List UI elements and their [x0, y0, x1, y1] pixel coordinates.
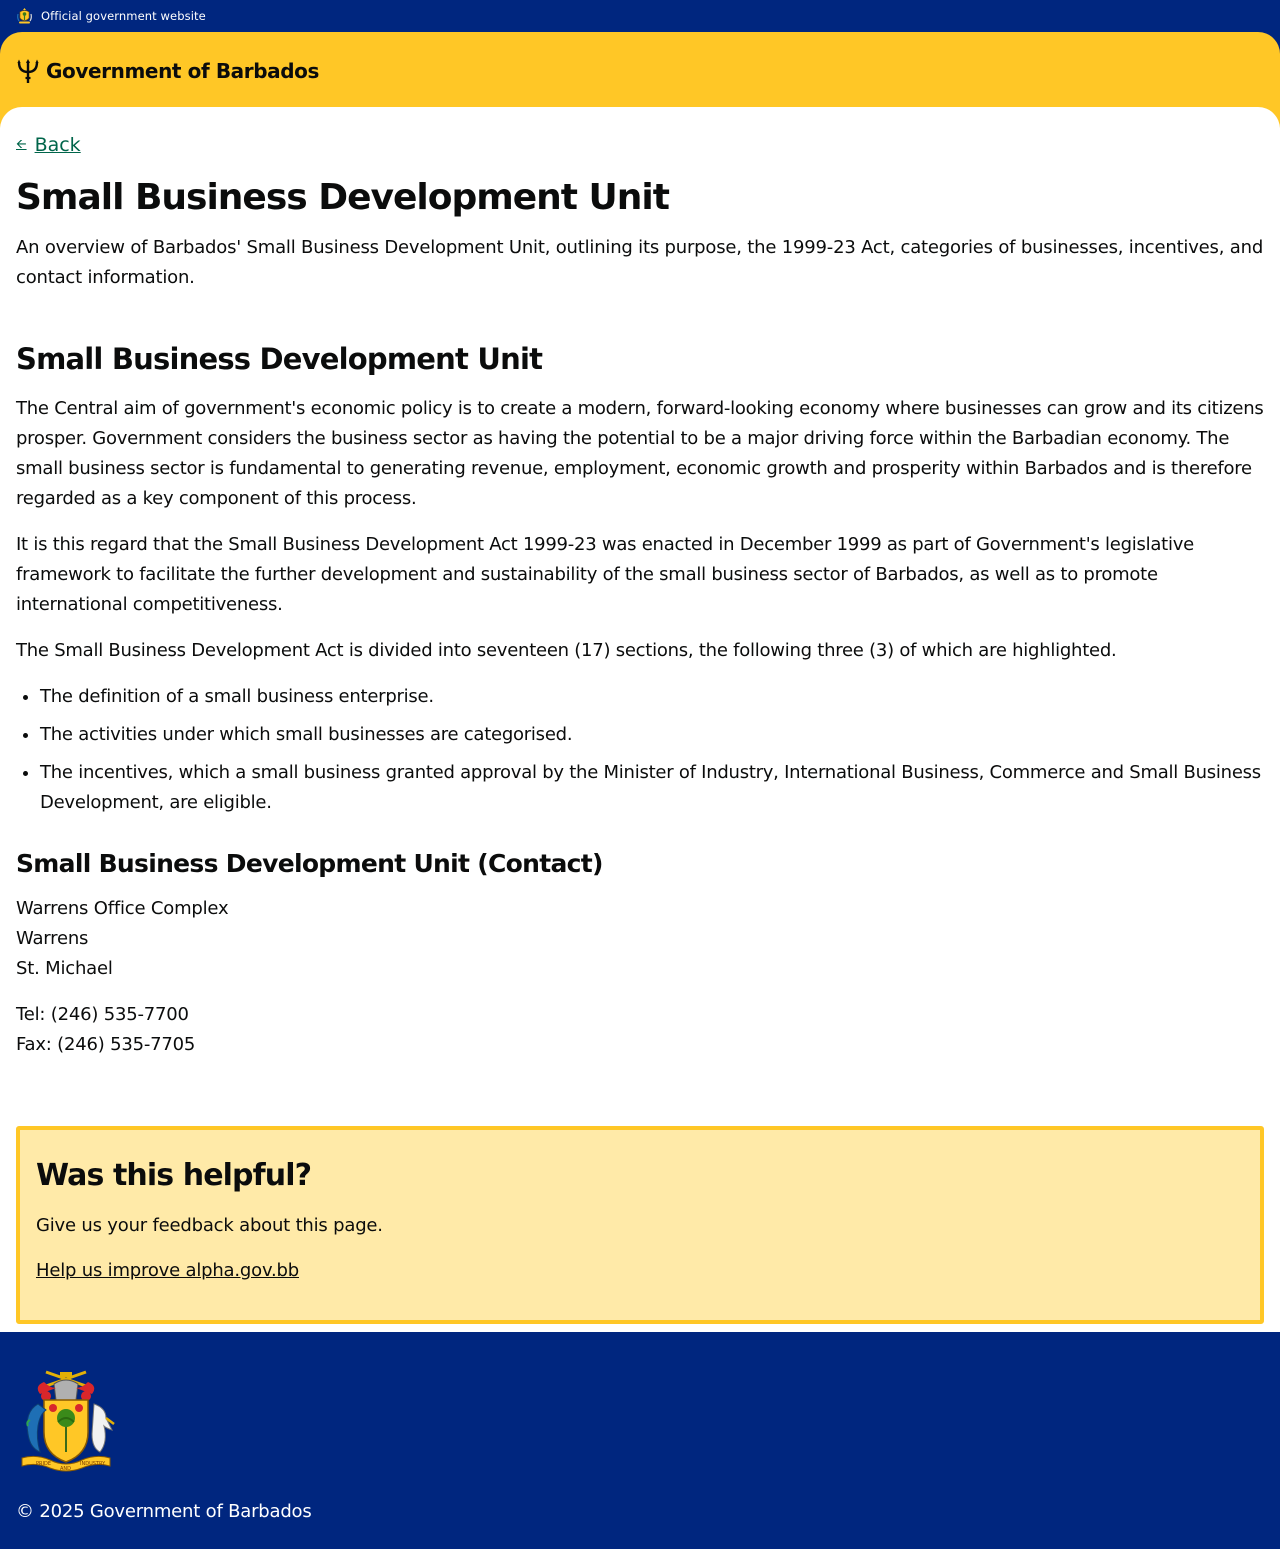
- coat-of-arms-icon: [17, 8, 32, 24]
- trident-icon: [17, 59, 39, 83]
- contact-heading: Small Business Development Unit (Contact…: [16, 849, 603, 878]
- feedback-panel: Was this helpful? Give us your feedback …: [16, 1126, 1264, 1324]
- telephone-number: Tel: (246) 535-7700: [16, 1004, 189, 1025]
- address-line: Warrens: [16, 928, 89, 949]
- official-banner: Official government website: [0, 0, 1280, 32]
- paragraph-act-sections: The Small Business Development Act is di…: [16, 640, 1117, 661]
- arrow-left-icon: 🡨: [16, 137, 27, 152]
- contact-address: Warrens Office Complex Warrens St. Micha…: [16, 894, 1264, 984]
- address-line: Warrens Office Complex: [16, 898, 229, 919]
- svg-text:INDUSTRY: INDUSTRY: [80, 1461, 106, 1467]
- page-lead: An overview of Barbados' Small Business …: [16, 237, 1264, 288]
- contact-numbers: Tel: (246) 535-7700 Fax: (246) 535-7705: [16, 1000, 1264, 1060]
- paragraph-economic-policy: The Central aim of government's economic…: [16, 398, 1264, 509]
- coat-of-arms-icon: PRIDE AND INDUSTRY: [21, 1370, 115, 1472]
- feedback-text: Give us your feedback about this page.: [36, 1215, 383, 1236]
- list-item: The activities under which small busines…: [40, 720, 1264, 750]
- back-link[interactable]: 🡨 Back: [16, 133, 81, 157]
- page-title: Small Business Development Unit: [16, 177, 670, 218]
- list-item: The definition of a small business enter…: [40, 682, 1264, 712]
- section-heading: Small Business Development Unit: [16, 342, 543, 376]
- act-highlights-list: The definition of a small business enter…: [16, 682, 1264, 818]
- feedback-heading: Was this helpful?: [36, 1158, 312, 1193]
- fax-number: Fax: (246) 535-7705: [16, 1034, 196, 1055]
- site-footer: PRIDE AND INDUSTRY © 2025 Government of …: [0, 1332, 1280, 1545]
- feedback-link[interactable]: Help us improve alpha.gov.bb: [36, 1256, 299, 1286]
- copyright-text: © 2025 Government of Barbados: [16, 1501, 312, 1522]
- svg-text:AND: AND: [60, 1466, 71, 1472]
- svg-text:PRIDE: PRIDE: [36, 1461, 51, 1467]
- site-brand-link[interactable]: Government of Barbados: [46, 59, 319, 83]
- address-line: St. Michael: [16, 958, 113, 979]
- back-link-label[interactable]: Back: [35, 133, 81, 157]
- paragraph-act-enactment: It is this regard that the Small Busines…: [16, 534, 1194, 615]
- official-website-label: Official government website: [41, 9, 206, 23]
- list-item: The incentives, which a small business g…: [40, 758, 1264, 818]
- main-content: 🡨 Back Small Business Development Unit A…: [0, 107, 1280, 1332]
